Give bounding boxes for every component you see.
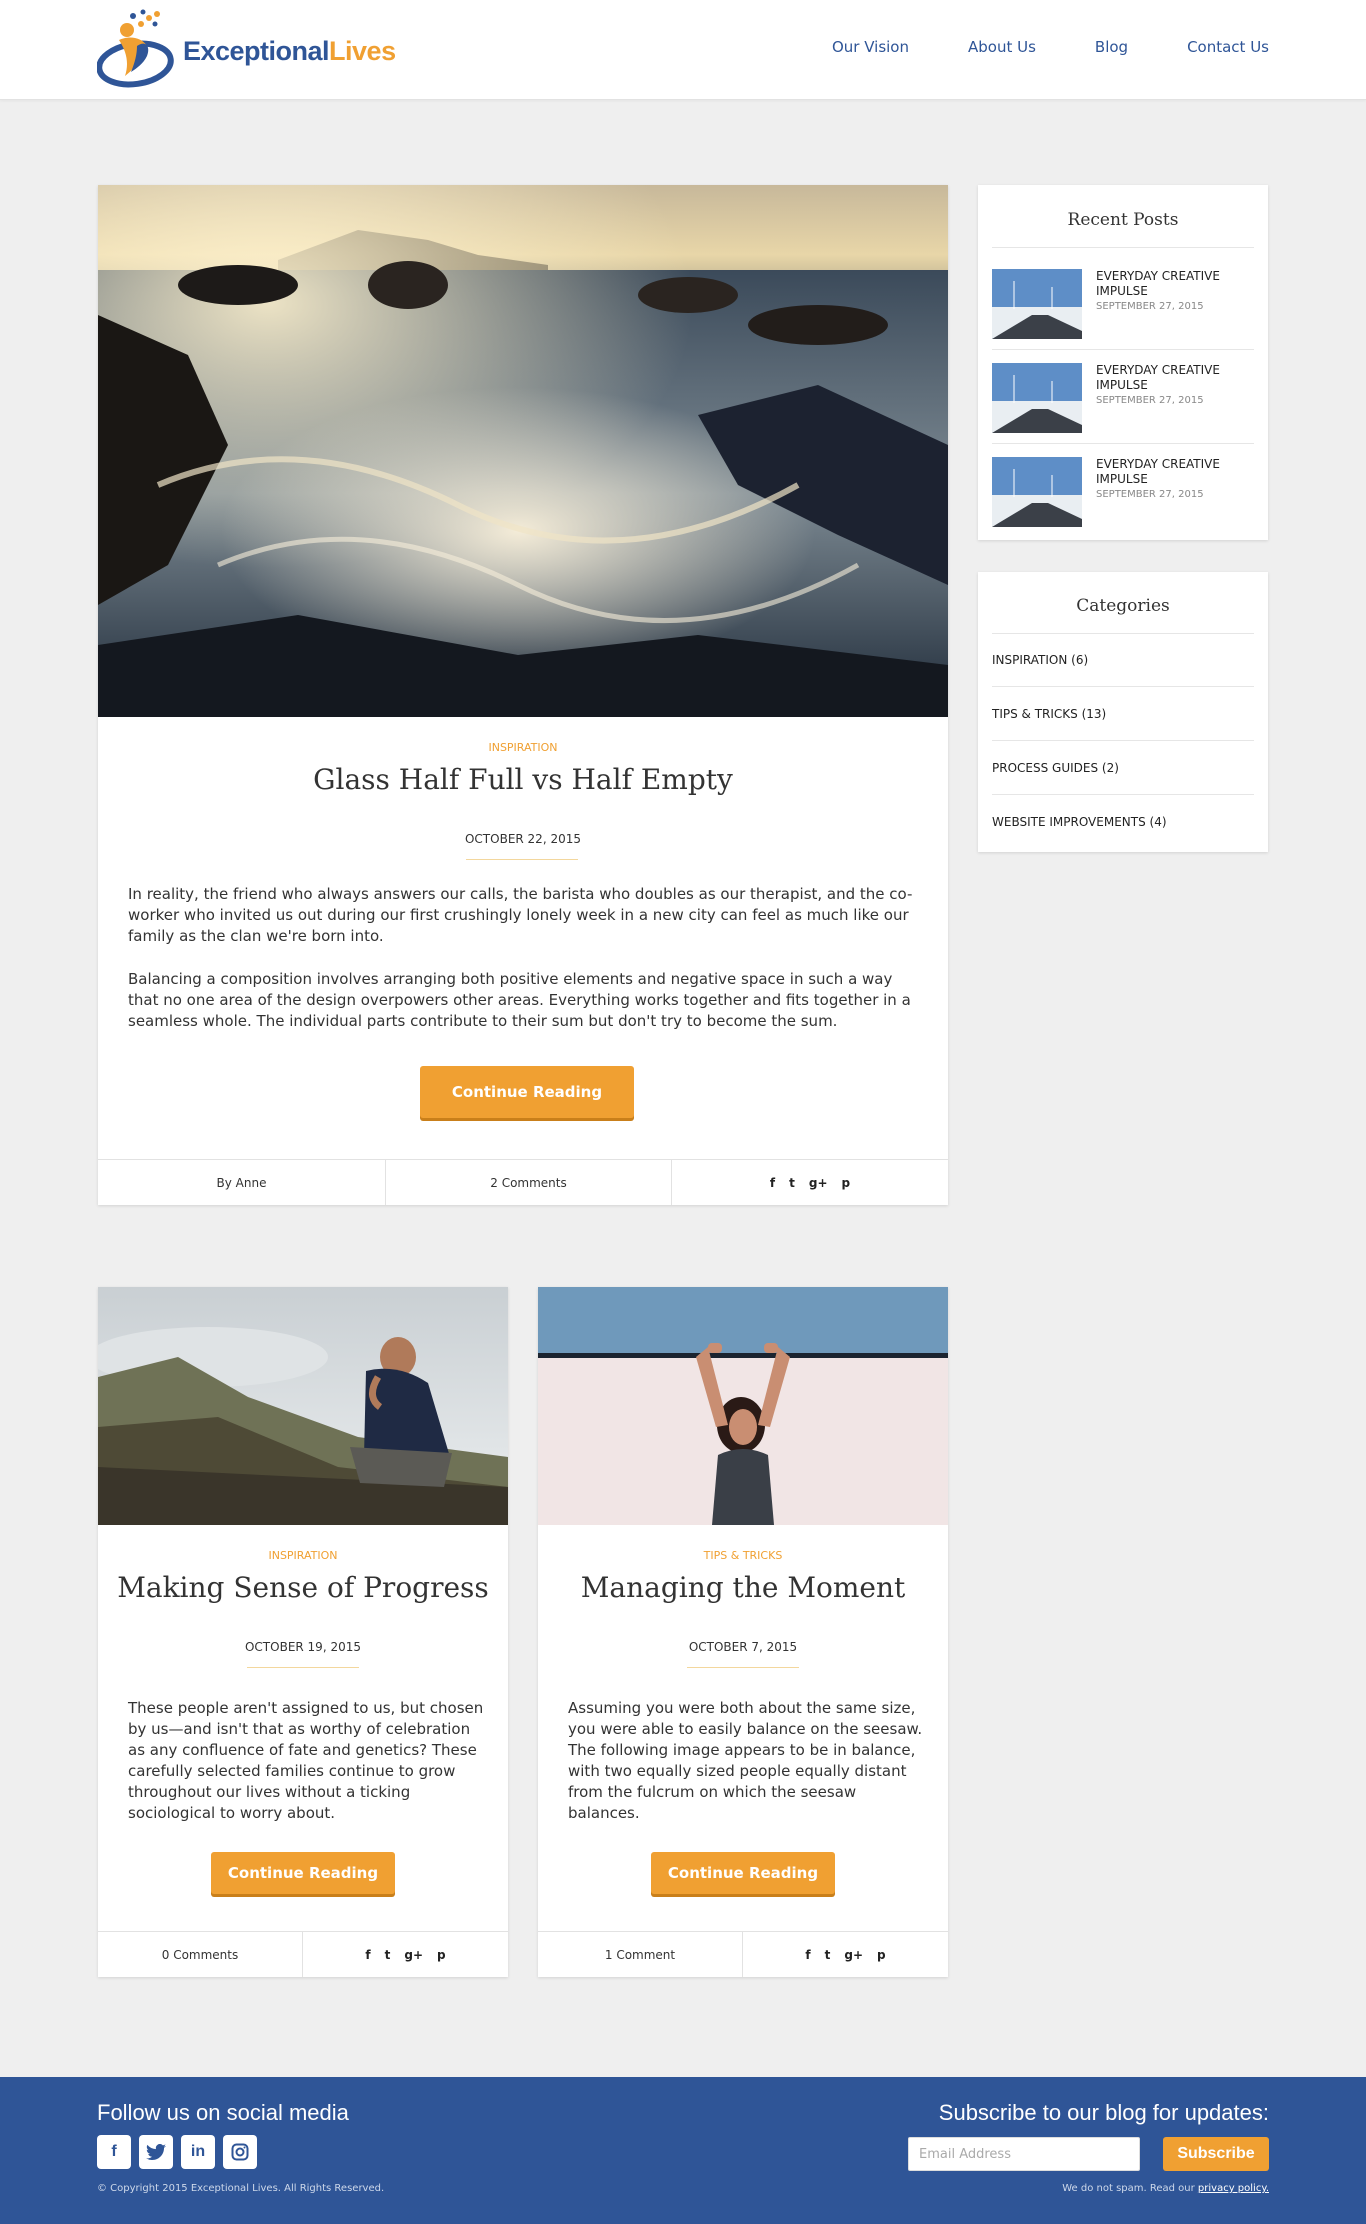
post-image[interactable]	[538, 1287, 948, 1525]
post-excerpt: These people aren't assigned to us, but …	[128, 1699, 484, 1822]
recent-post-item[interactable]: EVERYDAY CREATIVE IMPULSE SEPTEMBER 27, …	[992, 269, 1254, 349]
post-card: TIPS & TRICKS Managing the Moment OCTOBE…	[538, 1287, 948, 1977]
recent-post-item[interactable]: EVERYDAY CREATIVE IMPULSE SEPTEMBER 27, …	[992, 363, 1254, 443]
nav-our-vision[interactable]: Our Vision	[832, 38, 909, 56]
googleplus-share-icon[interactable]: g+	[844, 1948, 863, 1962]
continue-reading-button[interactable]: Continue Reading	[211, 1852, 395, 1894]
post-meta-bar: 1 Comment f t g+ p	[538, 1931, 948, 1977]
featured-post-card: INSPIRATION Glass Half Full vs Half Empt…	[98, 185, 948, 1205]
post-excerpt: Assuming you were both about the same si…	[568, 1699, 923, 1822]
recent-posts-widget: Recent Posts EVERYDAY CREATIVE IMPULSE S…	[978, 185, 1268, 540]
twitter-share-icon[interactable]: t	[825, 1948, 831, 1962]
share-icons: f t g+ p	[303, 1932, 508, 1977]
share-icons: f t g+ p	[743, 1932, 948, 1977]
linkedin-icon[interactable]: in	[181, 2135, 215, 2169]
nav-contact-us[interactable]: Contact Us	[1187, 38, 1269, 56]
social-heading: Follow us on social media	[97, 2100, 349, 2125]
post-author[interactable]: By Anne	[98, 1160, 386, 1205]
twitter-share-icon[interactable]: t	[385, 1948, 391, 1962]
post-date: OCTOBER 22, 2015	[464, 832, 581, 846]
widget-title: Categories	[1076, 596, 1170, 616]
recent-post-date: SEPTEMBER 27, 2015	[1096, 395, 1204, 406]
social-links: f in	[97, 2135, 257, 2169]
share-icons: f t g+ p	[672, 1160, 948, 1205]
recent-post-thumbnail[interactable]	[992, 269, 1082, 339]
category-link-tips-tricks[interactable]: TIPS & TRICKS (13)	[992, 687, 1254, 741]
logo-text-accent: Lives	[329, 36, 396, 66]
recent-post-date: SEPTEMBER 27, 2015	[1096, 301, 1204, 312]
widget-title: Recent Posts	[1067, 210, 1179, 230]
category-link-inspiration[interactable]: INSPIRATION (6)	[992, 633, 1254, 687]
post-category[interactable]: INSPIRATION	[98, 741, 948, 754]
site-header: ExceptionalLives Our Vision About Us Blo…	[0, 0, 1366, 100]
logo-wordmark: ExceptionalLives	[183, 36, 396, 67]
title-divider	[687, 1667, 799, 1668]
post-excerpt-p1: In reality, the friend who always answer…	[128, 885, 913, 945]
nav-about-us[interactable]: About Us	[968, 38, 1036, 56]
post-category[interactable]: INSPIRATION	[98, 1549, 508, 1562]
post-date: OCTOBER 7, 2015	[688, 1640, 798, 1654]
featured-post-image[interactable]	[98, 185, 948, 717]
instagram-icon[interactable]	[223, 2135, 257, 2169]
post-comments-link[interactable]: 2 Comments	[386, 1160, 672, 1205]
post-title[interactable]: Managing the Moment	[538, 1571, 948, 1604]
recent-post-title[interactable]: EVERYDAY CREATIVE IMPULSE	[1096, 457, 1254, 487]
twitter-share-icon[interactable]: t	[789, 1176, 795, 1190]
facebook-share-icon[interactable]: f	[805, 1948, 810, 1962]
logo-mark-icon	[97, 9, 174, 88]
category-link-process-guides[interactable]: PROCESS GUIDES (2)	[992, 741, 1254, 795]
continue-reading-button[interactable]: Continue Reading	[651, 1852, 835, 1894]
post-date: OCTOBER 19, 2015	[244, 1640, 361, 1654]
privacy-policy-link[interactable]: privacy policy.	[1198, 2183, 1269, 2194]
recent-post-thumbnail[interactable]	[992, 457, 1082, 527]
no-spam-notice: We do not spam. Read our privacy policy.	[1062, 2183, 1269, 2194]
email-field[interactable]	[908, 2137, 1140, 2171]
post-meta-bar: By Anne 2 Comments f t g+ p	[98, 1159, 948, 1205]
post-excerpt-p2: Balancing a composition involves arrangi…	[128, 970, 911, 1030]
no-spam-text: We do not spam. Read our	[1062, 2183, 1195, 2194]
pinterest-share-icon[interactable]: p	[877, 1948, 886, 1962]
item-divider	[992, 349, 1254, 350]
post-title[interactable]: Glass Half Full vs Half Empty	[98, 763, 948, 796]
continue-reading-button[interactable]: Continue Reading	[420, 1066, 634, 1118]
pinterest-share-icon[interactable]: p	[842, 1176, 851, 1190]
post-card: INSPIRATION Making Sense of Progress OCT…	[98, 1287, 508, 1977]
site-footer: Follow us on social media f in © Copyrig…	[0, 2077, 1366, 2224]
recent-post-title[interactable]: EVERYDAY CREATIVE IMPULSE	[1096, 269, 1254, 299]
facebook-icon[interactable]: f	[97, 2135, 131, 2169]
title-divider	[247, 1667, 359, 1668]
categories-widget: Categories INSPIRATION (6) TIPS & TRICKS…	[978, 572, 1268, 852]
googleplus-share-icon[interactable]: g+	[809, 1176, 828, 1190]
post-image[interactable]	[98, 1287, 508, 1525]
facebook-share-icon[interactable]: f	[365, 1948, 370, 1962]
googleplus-share-icon[interactable]: g+	[404, 1948, 423, 1962]
recent-post-title[interactable]: EVERYDAY CREATIVE IMPULSE	[1096, 363, 1254, 393]
category-link-website-improvements[interactable]: WEBSITE IMPROVEMENTS (4)	[992, 795, 1254, 849]
title-divider	[466, 859, 578, 860]
nav-blog[interactable]: Blog	[1095, 38, 1128, 56]
post-comments-link[interactable]: 0 Comments	[98, 1932, 303, 1977]
facebook-share-icon[interactable]: f	[770, 1176, 775, 1190]
subscribe-heading: Subscribe to our blog for updates:	[938, 2100, 1269, 2125]
recent-post-item[interactable]: EVERYDAY CREATIVE IMPULSE SEPTEMBER 27, …	[992, 457, 1254, 537]
post-meta-bar: 0 Comments f t g+ p	[98, 1931, 508, 1977]
site-logo[interactable]: ExceptionalLives	[97, 6, 397, 94]
post-comments-link[interactable]: 1 Comment	[538, 1932, 743, 1977]
post-title[interactable]: Making Sense of Progress	[98, 1571, 508, 1604]
copyright-text: © Copyright 2015 Exceptional Lives. All …	[97, 2183, 385, 2194]
recent-post-thumbnail[interactable]	[992, 363, 1082, 433]
logo-text-main: Exceptional	[183, 36, 330, 66]
subscribe-button[interactable]: Subscribe	[1163, 2137, 1269, 2171]
twitter-icon[interactable]	[139, 2135, 173, 2169]
widget-divider	[992, 247, 1254, 248]
main-nav: Our Vision About Us Blog Contact Us	[832, 38, 1269, 56]
post-category[interactable]: TIPS & TRICKS	[538, 1549, 948, 1562]
item-divider	[992, 443, 1254, 444]
pinterest-share-icon[interactable]: p	[437, 1948, 446, 1962]
recent-post-date: SEPTEMBER 27, 2015	[1096, 489, 1204, 500]
